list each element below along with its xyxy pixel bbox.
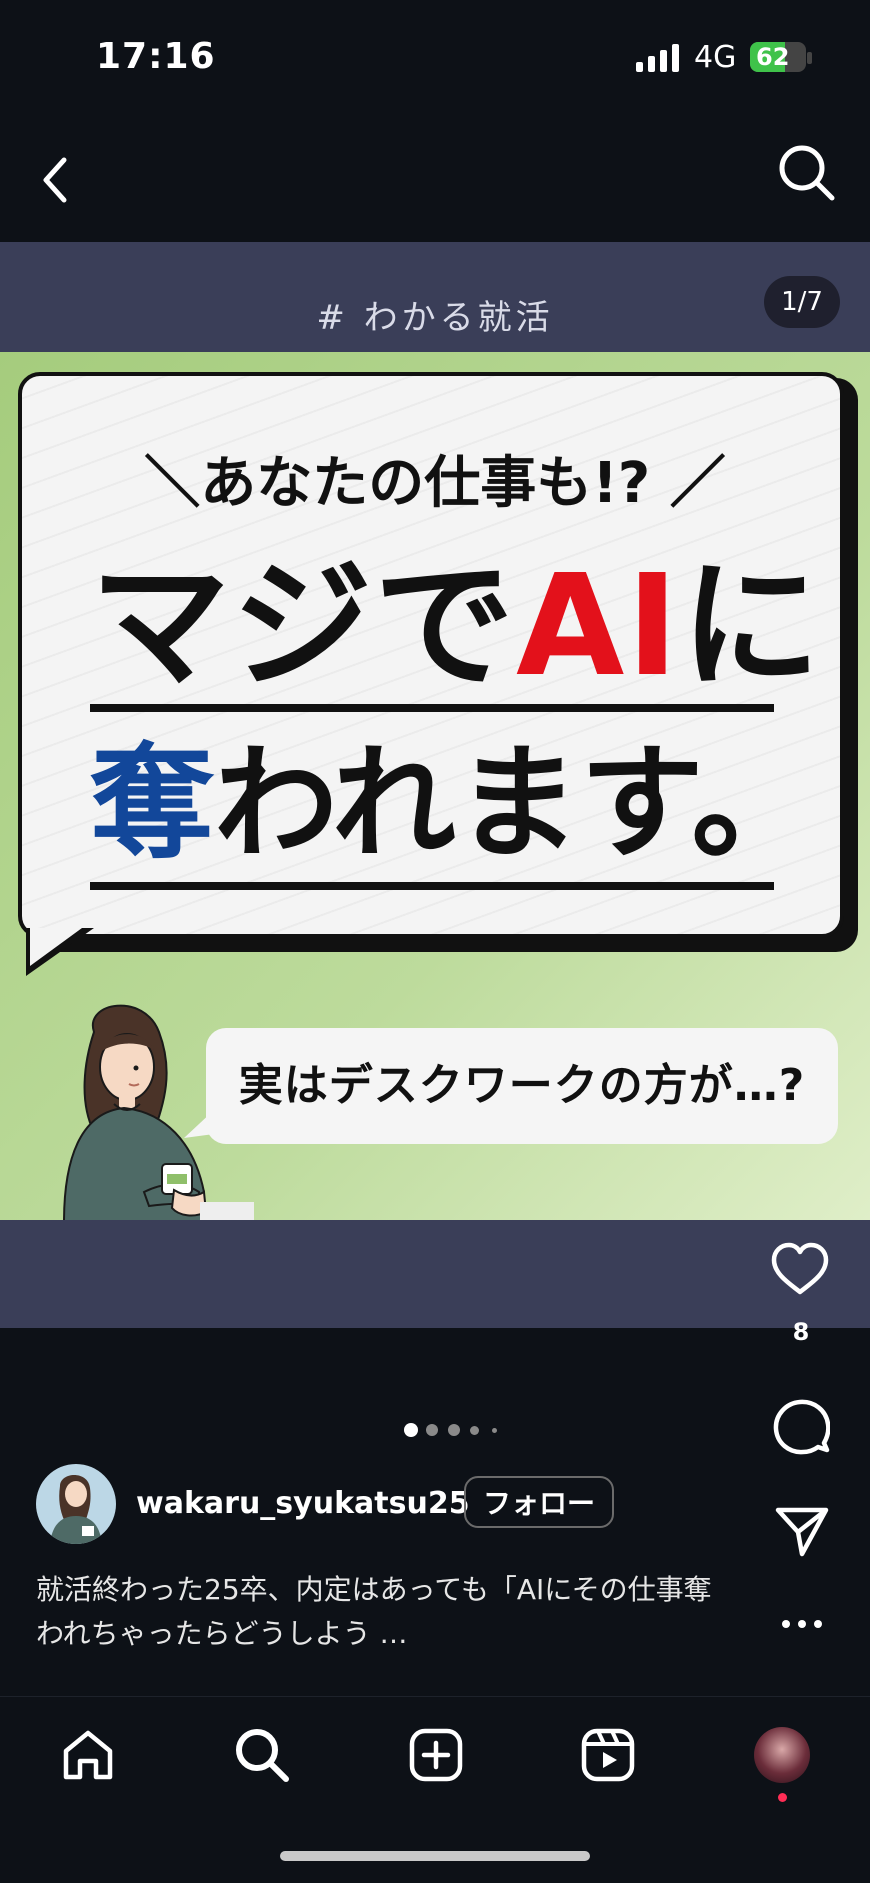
explore-search-icon[interactable] bbox=[232, 1725, 292, 1785]
author-row: wakaru_syukatsu25 フォロー bbox=[36, 1464, 636, 1544]
top-nav bbox=[0, 120, 870, 240]
status-time: 17:16 bbox=[96, 36, 216, 77]
carousel-dot bbox=[426, 1424, 438, 1436]
like-count: 8 bbox=[792, 1318, 810, 1346]
divider-top bbox=[90, 704, 774, 712]
send-icon[interactable] bbox=[774, 1504, 830, 1560]
headline-ai: AI bbox=[516, 545, 681, 708]
carousel-dot bbox=[404, 1423, 418, 1437]
status-bar: 17:16 4G 62 bbox=[0, 0, 870, 110]
notification-dot bbox=[778, 1793, 787, 1802]
speech-bubble-tail bbox=[26, 928, 94, 976]
back-icon[interactable] bbox=[30, 140, 90, 220]
profile-tab-avatar[interactable] bbox=[754, 1727, 810, 1783]
headline-main-pre: マジで bbox=[90, 545, 517, 708]
post-caption[interactable]: 就活終わった25卒、内定はあっても「AIにその仕事奪われちゃったらどうしよう … bbox=[36, 1568, 716, 1656]
more-icon[interactable] bbox=[780, 1618, 824, 1630]
carousel-dot bbox=[448, 1424, 460, 1436]
sub-speech-text: 実はデスクワークの方が…? bbox=[238, 1060, 806, 1111]
bottom-tab-bar bbox=[0, 1696, 870, 1883]
battery-icon: 62 bbox=[750, 42, 806, 72]
carousel-dot bbox=[492, 1427, 497, 1433]
avatar-illustration bbox=[50, 1475, 102, 1544]
author-username[interactable]: wakaru_syukatsu25 bbox=[136, 1486, 470, 1521]
carousel-slide[interactable]: ＼あなたの仕事も!? ／ マジでAIに 奪われます。 実はデスクワークの方が…? bbox=[0, 352, 870, 1220]
carousel-dot bbox=[470, 1425, 479, 1435]
battery-cap bbox=[807, 52, 812, 64]
headline-sub-rest: われます。 bbox=[214, 732, 816, 876]
slide-hashtag: # わかる就活 bbox=[316, 298, 554, 338]
divider-bottom bbox=[90, 882, 774, 890]
page-counter: 1/7 bbox=[764, 276, 840, 328]
battery-level: 62 bbox=[756, 43, 790, 71]
author-avatar[interactable] bbox=[36, 1464, 116, 1544]
signal-icon bbox=[636, 44, 679, 72]
woman-illustration bbox=[63, 1004, 254, 1220]
plus-square-icon[interactable] bbox=[408, 1727, 464, 1783]
comment-icon[interactable] bbox=[772, 1398, 830, 1456]
reels-icon[interactable] bbox=[580, 1727, 636, 1783]
search-icon[interactable] bbox=[768, 134, 848, 214]
headline-main-post: に bbox=[680, 545, 823, 708]
network-type: 4G bbox=[694, 40, 737, 75]
home-indicator bbox=[280, 1851, 590, 1861]
heart-icon[interactable] bbox=[770, 1242, 830, 1296]
sub-speech-bubble: 実はデスクワークの方が…? bbox=[206, 1028, 838, 1144]
headline-sub: 奪われます。 bbox=[90, 734, 815, 874]
home-icon[interactable] bbox=[60, 1727, 116, 1783]
follow-button[interactable]: フォロー bbox=[464, 1476, 614, 1528]
headline-blue-char: 奪 bbox=[90, 732, 215, 876]
headline-main: マジでAIに bbox=[90, 552, 822, 702]
headline-question-text: ＼あなたの仕事も!? ／ bbox=[144, 451, 726, 516]
headline-question: ＼あなたの仕事も!? ／ bbox=[0, 438, 870, 519]
